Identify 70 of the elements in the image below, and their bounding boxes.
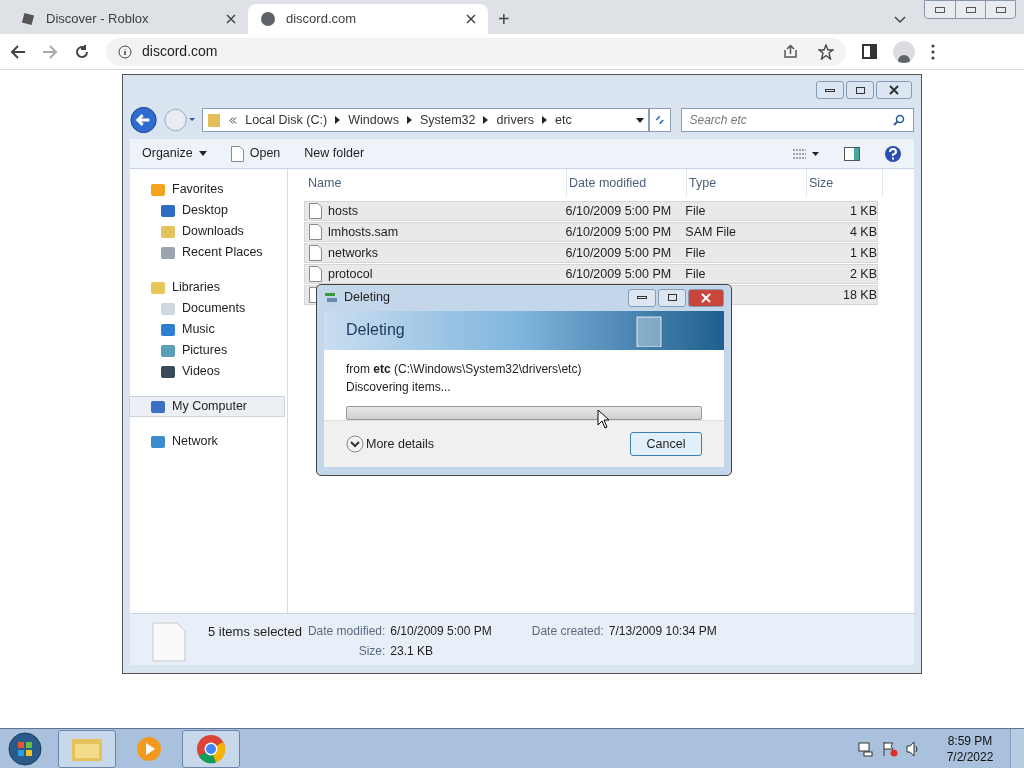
- file-name: hosts: [328, 202, 358, 220]
- detail-value: 23.1 KB: [390, 643, 434, 660]
- file-name: lmhosts.sam: [328, 223, 399, 241]
- nav-item[interactable]: Favorites: [130, 179, 287, 200]
- nav-item[interactable]: Documents: [130, 298, 287, 319]
- nav-item[interactable]: Network: [130, 431, 287, 452]
- nav-item[interactable]: My Computer: [129, 396, 285, 417]
- nav-item[interactable]: Downloads: [130, 221, 287, 242]
- file-type: SAM File: [685, 224, 737, 239]
- address-bar[interactable]: discord.com: [106, 37, 846, 66]
- search-field[interactable]: Search etc: [680, 108, 914, 132]
- detail-value: 7/13/2009 10:34 PM: [608, 623, 717, 640]
- file-type: File: [685, 266, 706, 281]
- breadcrumb-item[interactable]: Windows: [348, 110, 399, 130]
- clock-time: 8:59 PM: [947, 732, 993, 749]
- dialog-title: Deleting: [344, 289, 391, 307]
- status-text: Discovering items...: [346, 378, 452, 396]
- breadcrumb-item[interactable]: Local Disk (C:): [245, 110, 328, 130]
- date-modified: 6/10/2009 5:00 PM: [565, 203, 672, 218]
- toolbar-button[interactable]: Organize: [142, 144, 207, 163]
- clock-date: 7/2/2022: [946, 748, 994, 765]
- file-row[interactable]: hosts 6/10/2009 5:00 PM File 1 KB: [304, 201, 878, 221]
- dialog-heading: Deleting: [346, 320, 405, 341]
- file-type: File: [685, 203, 706, 218]
- file-size: 2 KB: [849, 266, 877, 281]
- browser-tab[interactable]: discord.com: [248, 4, 488, 34]
- breadcrumb-item[interactable]: drivers: [496, 110, 534, 130]
- clock[interactable]: 8:59 PM 7/2/2022: [930, 732, 1010, 765]
- detail-label: Date modified:: [307, 623, 386, 640]
- more-details-button[interactable]: More details: [346, 434, 435, 454]
- nav-item[interactable]: Music: [130, 319, 287, 340]
- file-size: 1 KB: [849, 245, 877, 260]
- file-row[interactable]: protocol 6/10/2009 5:00 PM File 2 KB: [304, 264, 878, 284]
- nav-item[interactable]: Videos: [130, 361, 287, 382]
- detail-value: 6/10/2009 5:00 PM: [390, 623, 492, 640]
- tab-title: discord.com: [286, 10, 358, 29]
- file-row[interactable]: networks 6/10/2009 5:00 PM File 1 KB: [304, 243, 878, 263]
- date-modified: 6/10/2009 5:00 PM: [565, 266, 672, 281]
- nav-item[interactable]: Pictures: [130, 340, 287, 361]
- detail-label: Date created:: [531, 623, 604, 640]
- source-text: from etc (C:\Windows\System32\drivers\etc): [346, 360, 583, 378]
- nav-item[interactable]: Recent Places: [130, 242, 287, 263]
- file-size: 18 KB: [842, 287, 877, 302]
- column-header[interactable]: Date modified: [567, 169, 687, 197]
- search-placeholder: Search etc: [689, 112, 748, 129]
- nav-item[interactable]: Libraries: [130, 277, 287, 298]
- file-name: networks: [328, 244, 379, 262]
- file-size: 1 KB: [849, 203, 877, 218]
- file-row[interactable]: lmhosts.sam 6/10/2009 5:00 PM SAM File 4 KB: [304, 222, 878, 242]
- date-modified: 6/10/2009 5:00 PM: [565, 245, 672, 260]
- url-text: discord.com: [142, 42, 218, 61]
- detail-label: Size:: [357, 643, 386, 660]
- date-modified: 6/10/2009 5:00 PM: [565, 224, 672, 239]
- column-header[interactable]: Type: [687, 169, 807, 197]
- toolbar-button[interactable]: Open: [230, 144, 281, 163]
- browser-tab[interactable]: Discover - Roblox: [8, 4, 248, 34]
- selection-summary: 5 items selected: [208, 623, 302, 641]
- file-type: File: [685, 245, 706, 260]
- breadcrumb-item[interactable]: System32: [419, 110, 476, 130]
- column-header[interactable]: Name: [306, 169, 567, 197]
- new-tab-button[interactable]: +: [488, 4, 520, 34]
- file-size: 4 KB: [849, 224, 877, 239]
- address-field[interactable]: Local Disk (C:) Windows System32 drivers etc: [202, 108, 650, 132]
- toolbar-button[interactable]: New folder: [304, 144, 365, 163]
- column-header[interactable]: Size: [807, 169, 883, 197]
- file-name: protocol: [328, 265, 373, 283]
- tab-title: Discover - Roblox: [46, 10, 150, 29]
- cancel-button[interactable]: Cancel: [630, 431, 702, 456]
- nav-item[interactable]: Desktop: [130, 200, 287, 221]
- breadcrumb-item[interactable]: etc: [555, 110, 572, 130]
